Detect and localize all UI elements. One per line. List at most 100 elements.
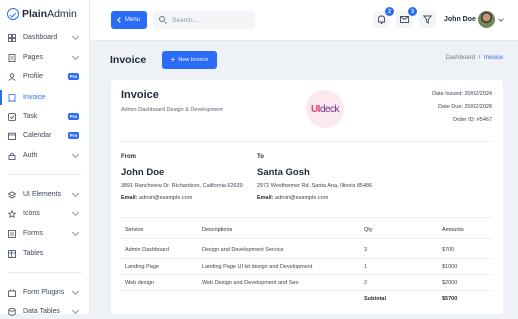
chevron-down-icon <box>71 150 80 159</box>
to-name: Santa Gosh <box>257 167 310 178</box>
sidebar-item-task[interactable]: Task Pro <box>0 109 89 124</box>
brand-logo[interactable]: PlainAdmin <box>7 6 77 22</box>
sidebar-item-label: Icons <box>23 210 40 217</box>
sidebar-item-ui-elements[interactable]: UI Elements <box>0 187 89 202</box>
plus-icon: + <box>170 55 176 64</box>
chevron-down-icon <box>71 306 80 315</box>
pro-badge: Pro <box>68 73 79 80</box>
table-row-divider <box>121 258 493 259</box>
lock-icon <box>8 152 16 160</box>
table-row-divider <box>121 274 493 275</box>
user-name[interactable]: John Doe <box>444 16 476 23</box>
table-cell: $1000 <box>442 264 458 270</box>
subtotal-value: $5700 <box>442 296 458 302</box>
avatar[interactable] <box>478 11 495 28</box>
sidebar-item-data-tables[interactable]: Data Tables <box>0 304 89 319</box>
plugin-icon <box>8 289 16 297</box>
filter-icon <box>422 15 433 24</box>
column-header-service: Service <box>125 227 144 233</box>
sidebar-item-form-plugins[interactable]: Form Plugins <box>0 285 89 300</box>
brand-name: PlainAdmin <box>22 8 77 20</box>
table-cell: Web Design and Development and Seo <box>202 280 299 286</box>
to-email: Email: admin@example.com <box>257 195 329 201</box>
pro-badge: Pro <box>68 113 79 120</box>
sidebar-item-tables[interactable]: Tables <box>0 246 89 261</box>
from-email: Email: admin@example.com <box>121 195 193 201</box>
receipt-icon <box>8 94 16 103</box>
new-invoice-button[interactable]: + New Invoice <box>162 51 217 69</box>
from-address: 3891 Ranchview Dr. Richardson, Californi… <box>121 183 243 189</box>
sidebar-item-label: Calendar <box>23 132 52 139</box>
column-header-amounts: Amounts <box>442 227 464 233</box>
table-cell: 1 <box>364 264 368 270</box>
user-icon <box>8 73 16 81</box>
notifications-button[interactable]: 2 <box>373 7 394 28</box>
table-cell: Landing Page UI kit design and Developme… <box>202 264 313 270</box>
sidebar-item-icons[interactable]: Icons <box>0 206 89 221</box>
calendar-icon <box>8 132 16 140</box>
chevron-down-icon <box>71 189 80 198</box>
column-header-qty: Qty <box>364 227 373 233</box>
sidebar-item-label: Form Plugins <box>23 289 65 296</box>
divider <box>121 217 493 218</box>
date-issued: Date Issued: 20/02/2024 <box>432 91 492 97</box>
table-cell: Web design <box>125 280 154 286</box>
checklist-icon <box>8 113 16 121</box>
search-box <box>153 11 255 29</box>
table-divider <box>121 238 493 239</box>
sidebar-item-profile[interactable]: Profile Pro <box>0 69 89 84</box>
database-icon <box>8 308 16 316</box>
search-input[interactable] <box>170 15 254 25</box>
chevron-down-icon <box>71 287 80 296</box>
breadcrumb-current: Invoice <box>483 55 503 61</box>
table-cell: $700 <box>442 247 455 253</box>
order-id: Order ID: #5467 <box>452 117 492 123</box>
sidebar-divider <box>8 272 81 273</box>
filter-button[interactable] <box>419 11 436 28</box>
table-cell: Admin Dashboard <box>125 247 170 253</box>
layers-icon <box>7 191 17 199</box>
to-label: To <box>257 154 264 160</box>
breadcrumb: Dashboard / Invoice <box>446 55 503 61</box>
column-header-descriptions: Descriptions <box>202 227 233 233</box>
sidebar-item-dashboard[interactable]: Dashboard <box>0 30 89 45</box>
table-row-divider <box>121 290 493 291</box>
file-icon <box>8 54 16 62</box>
table-cell: Landing Page <box>125 264 159 270</box>
sidebar-item-invoice[interactable]: Invoice <box>0 90 89 105</box>
sidebar-divider <box>8 174 81 175</box>
table-icon <box>8 250 16 258</box>
breadcrumb-dashboard[interactable]: Dashboard <box>446 55 475 61</box>
divider <box>121 141 493 142</box>
invoice-subtitle: Admin Dashboard Design & Development <box>121 107 223 113</box>
search-icon <box>159 16 165 22</box>
messages-button[interactable]: 3 <box>396 7 417 28</box>
sidebar-item-label: Tables <box>23 250 44 257</box>
table-cell: Design and Development Service <box>202 247 284 253</box>
from-name: John Doe <box>121 167 165 178</box>
chevron-down-icon <box>71 208 80 217</box>
subtotal-label: Subtotal <box>364 296 386 302</box>
star-icon <box>7 209 17 219</box>
sidebar-item-label: Profile <box>23 73 43 80</box>
notification-badge: 2 <box>385 7 394 16</box>
form-icon <box>8 230 16 238</box>
table-cell: 3 <box>364 247 368 253</box>
sidebar-item-label: Dashboard <box>23 34 58 41</box>
pro-badge: Pro <box>68 132 79 139</box>
date-due: Date Due: 20/02/2028 <box>438 104 492 110</box>
sidebar-item-label: Task <box>23 113 38 120</box>
grid-icon <box>8 34 16 42</box>
logo-icon <box>7 8 19 20</box>
sidebar-item-auth[interactable]: Auth <box>0 148 89 163</box>
invoice-card: Invoice Admin Dashboard Design & Develop… <box>111 80 503 314</box>
sidebar-item-label: Invoice <box>23 94 46 101</box>
chevron-down-icon[interactable] <box>498 16 504 22</box>
sidebar-item-forms[interactable]: Forms <box>0 226 89 241</box>
sidebar-item-calendar[interactable]: Calendar Pro <box>0 128 89 143</box>
page-title: Invoice <box>110 54 147 66</box>
sidebar-item-pages[interactable]: Pages <box>0 50 89 65</box>
menu-button[interactable]: Menu <box>111 11 147 29</box>
invoice-title: Invoice <box>121 89 159 101</box>
sidebar-item-label: Pages <box>23 54 43 61</box>
